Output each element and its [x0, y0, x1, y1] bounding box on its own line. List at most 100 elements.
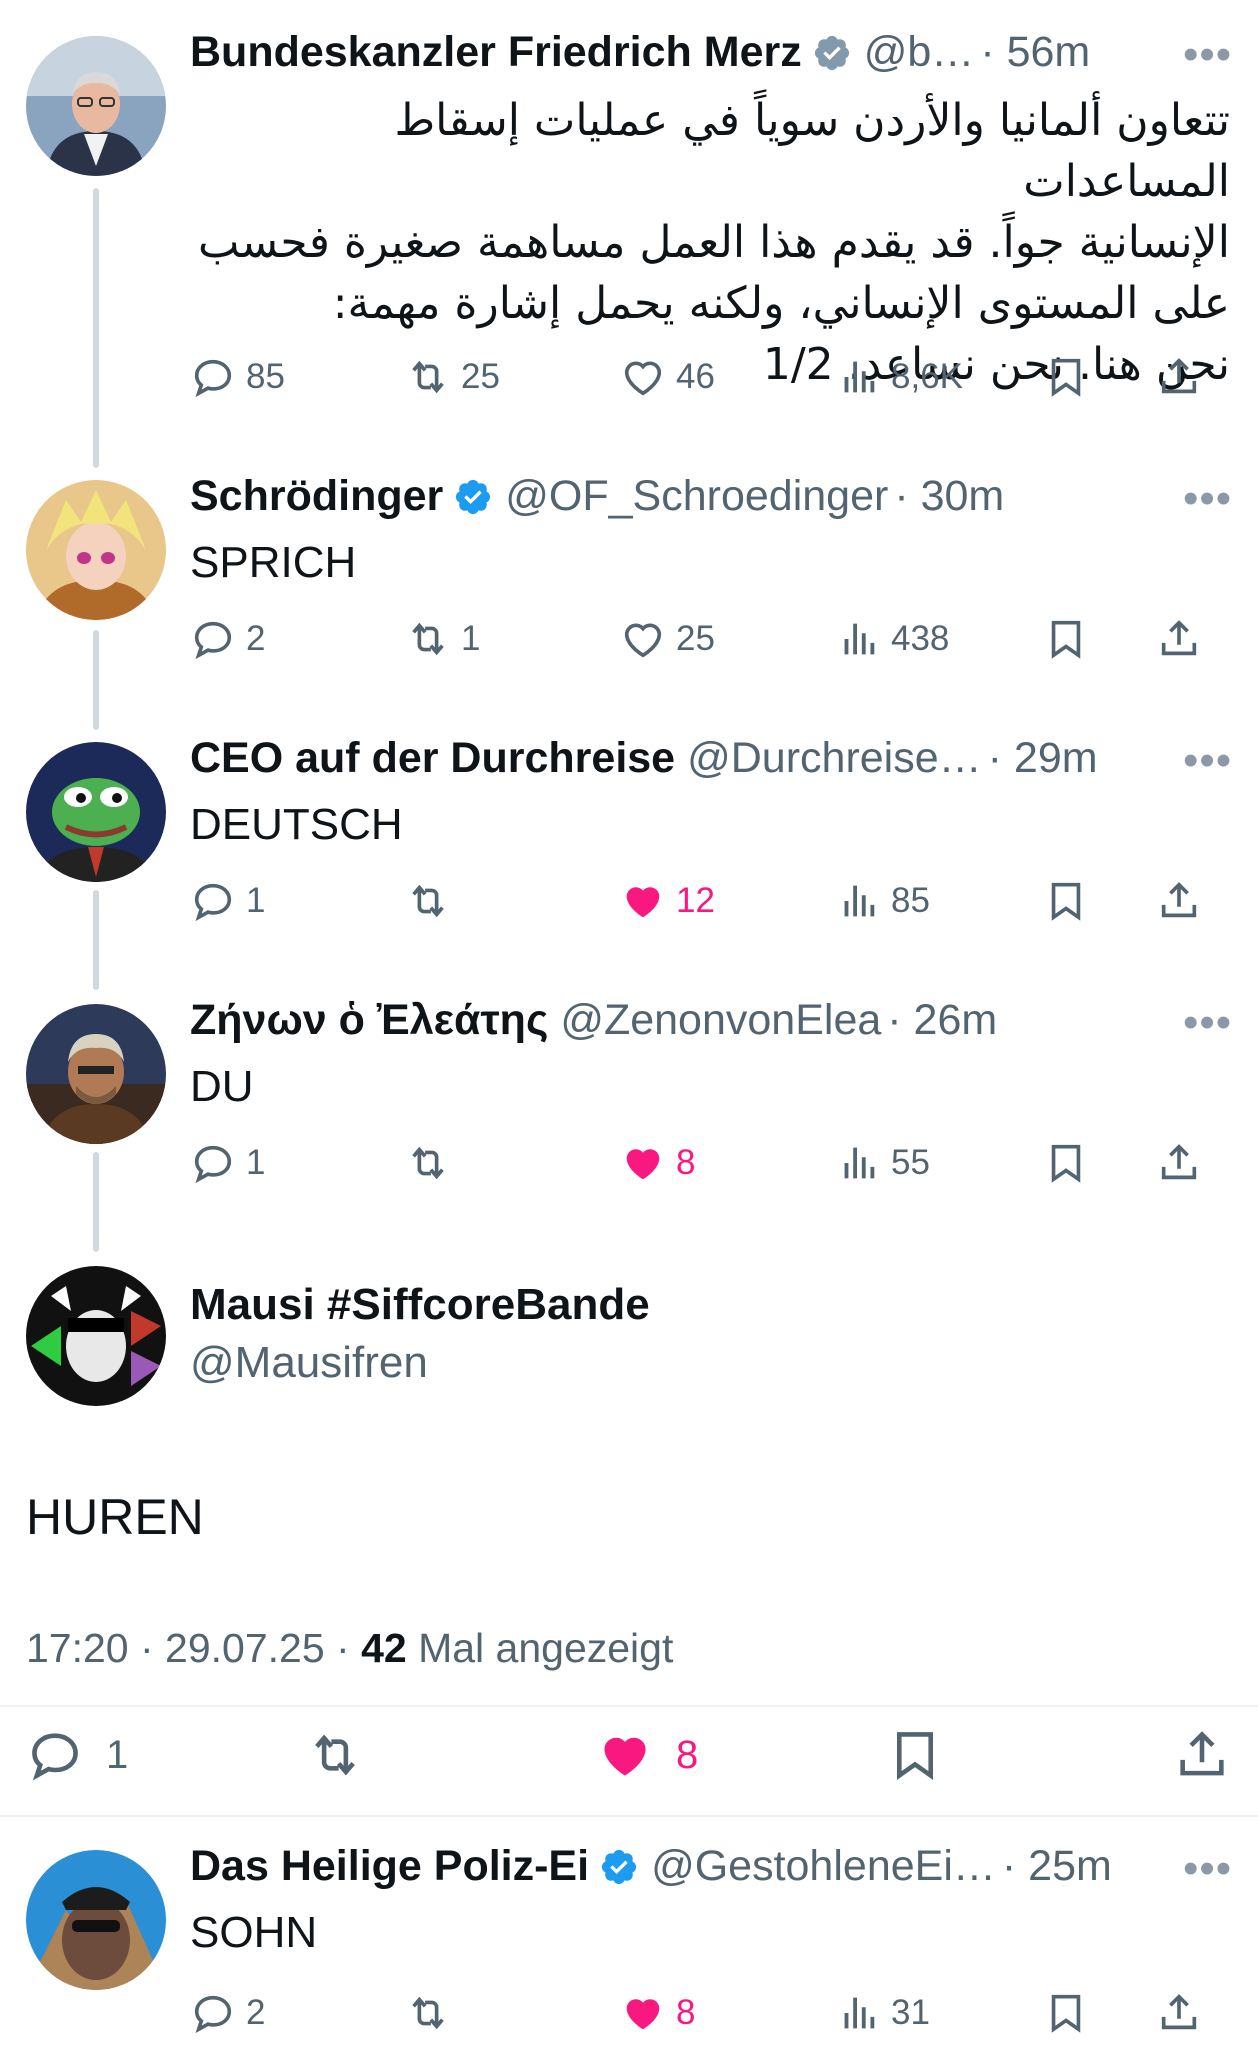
share-button[interactable] [1173, 1726, 1231, 1784]
views-button[interactable]: 55 [835, 1140, 930, 1186]
display-name[interactable]: CEO auf der Durchreise [190, 734, 675, 783]
bookmark-button[interactable] [886, 1726, 944, 1784]
share-button[interactable] [1156, 1990, 1202, 2036]
like-button[interactable]: 25 [620, 616, 715, 662]
like-button[interactable]: 12 [620, 878, 715, 924]
post-time[interactable]: · 25m [1002, 1842, 1112, 1891]
like-button[interactable]: 8 [620, 1140, 695, 1186]
tweet-header: Ζήνων ὁ Ἐλεάτης @ZenonvonElea · 26m [190, 996, 997, 1045]
action-bar: 1 8 55 [190, 1140, 1230, 1190]
views-icon [844, 361, 875, 393]
views-button[interactable]: 438 [835, 616, 949, 662]
share-button[interactable] [1156, 1140, 1202, 1186]
view-count: 31 [891, 1993, 930, 2032]
bookmark-button[interactable] [1043, 1140, 1089, 1186]
user-handle[interactable]: @GestohleneEi… [651, 1842, 996, 1891]
heart-icon [624, 361, 662, 396]
reply-button[interactable]: 1 [190, 1140, 265, 1186]
repost-button[interactable]: 25 [405, 354, 500, 400]
repost-button[interactable] [405, 878, 461, 924]
display-name[interactable]: Bundeskanzler Friedrich Merz [190, 28, 802, 77]
bookmark-button[interactable] [1043, 878, 1089, 924]
post-time[interactable]: · 30m [894, 472, 1004, 521]
user-handle[interactable]: @b… [864, 28, 975, 77]
display-name[interactable]: Mausi #SiffcoreBande [190, 1280, 650, 1330]
view-count: 438 [891, 619, 950, 658]
reply-button[interactable]: 2 [190, 616, 265, 662]
reply-button[interactable]: 1 [26, 1726, 128, 1784]
tweet-header: CEO auf der Durchreise @Durchreise… · 29… [190, 734, 1098, 783]
display-name[interactable]: Ζήνων ὁ Ἐλεάτης [190, 996, 548, 1045]
views-icon [844, 623, 875, 655]
post-time[interactable]: · 56m [980, 28, 1090, 77]
action-bar: 2 8 31 [190, 1990, 1230, 2040]
post-time[interactable]: · 29m [988, 734, 1098, 783]
views-icon [844, 1997, 875, 2029]
user-handle[interactable]: @Durchreise… [687, 734, 982, 783]
thread-connector [93, 630, 99, 730]
display-name[interactable]: Das Heilige Poliz-Ei [190, 1842, 589, 1891]
reply-button[interactable]: 1 [190, 878, 265, 924]
like-button[interactable]: 8 [620, 1990, 695, 2036]
reply-count: 1 [246, 881, 266, 920]
reply-button[interactable]: 2 [190, 1990, 265, 2036]
reply-count: 1 [246, 1143, 266, 1182]
share-button[interactable] [1156, 878, 1202, 924]
tweet-header: Schrödinger @OF_Schroedinger · 30m [190, 472, 1004, 521]
repost-icon [412, 884, 444, 918]
more-options-icon[interactable]: ••• [1183, 30, 1232, 80]
user-handle[interactable]: @Mausifren [190, 1338, 428, 1388]
thread-connector [93, 188, 99, 468]
display-name[interactable]: Schrödinger [190, 472, 443, 521]
reply-count: 2 [246, 1993, 266, 2032]
views-label: Mal angezeigt [406, 1625, 674, 1671]
bookmark-button[interactable] [1043, 616, 1089, 662]
share-button[interactable] [1156, 354, 1202, 400]
repost-button[interactable] [306, 1726, 364, 1784]
more-options-icon[interactable]: ••• [1183, 736, 1232, 786]
action-bar: 2 1 25 438 [190, 616, 1230, 666]
views-button[interactable]: 31 [835, 1990, 930, 2036]
bookmark-icon [1051, 1994, 1081, 2033]
tweet-header: Bundeskanzler Friedrich Merz @b… · 56m [190, 28, 1090, 77]
reply-icon [32, 1733, 78, 1781]
avatar[interactable] [26, 1850, 166, 1990]
avatar[interactable] [26, 1266, 166, 1406]
repost-icon [412, 622, 444, 656]
avatar[interactable] [26, 1004, 166, 1144]
more-options-icon[interactable]: ••• [1183, 1844, 1232, 1894]
views-button[interactable]: 85 [835, 878, 930, 924]
more-options-icon[interactable]: ••• [1183, 474, 1232, 524]
reply-count: 2 [246, 619, 266, 658]
user-handle[interactable]: @ZenonvonElea [560, 996, 881, 1045]
share-button[interactable] [1156, 616, 1202, 662]
tweet-text: DU [190, 1062, 254, 1111]
repost-icon [315, 1734, 355, 1776]
view-count: 42 [361, 1625, 407, 1671]
more-options-icon[interactable]: ••• [1183, 998, 1232, 1048]
tweet-header: Das Heilige Poliz-Ei @GestohleneEi… · 25… [190, 1842, 1112, 1891]
heart-filled-icon [626, 887, 660, 918]
action-bar: 1 12 85 [190, 878, 1230, 928]
like-button[interactable]: 46 [620, 354, 715, 400]
user-handle[interactable]: @OF_Schroedinger [505, 472, 888, 521]
divider [0, 1815, 1258, 1817]
avatar[interactable] [26, 742, 166, 882]
reply-button[interactable]: 85 [190, 354, 285, 400]
verified-icon [453, 477, 493, 517]
repost-button[interactable] [405, 1140, 461, 1186]
share-icon [1161, 882, 1197, 918]
bookmark-icon [1051, 882, 1081, 921]
repost-button[interactable] [405, 1990, 461, 2036]
bookmark-button[interactable] [1043, 1990, 1089, 2036]
avatar[interactable] [26, 36, 166, 176]
like-button[interactable]: 8 [596, 1726, 698, 1784]
avatar[interactable] [26, 480, 166, 620]
share-icon [1161, 358, 1197, 394]
bookmark-button[interactable] [1043, 354, 1089, 400]
repost-button[interactable]: 1 [405, 616, 480, 662]
views-button[interactable]: 8,6K [835, 354, 963, 400]
post-time[interactable]: · 26m [887, 996, 997, 1045]
repost-icon [412, 1146, 444, 1180]
timestamp[interactable]: 17:20 · 29.07.25 · [26, 1625, 361, 1671]
